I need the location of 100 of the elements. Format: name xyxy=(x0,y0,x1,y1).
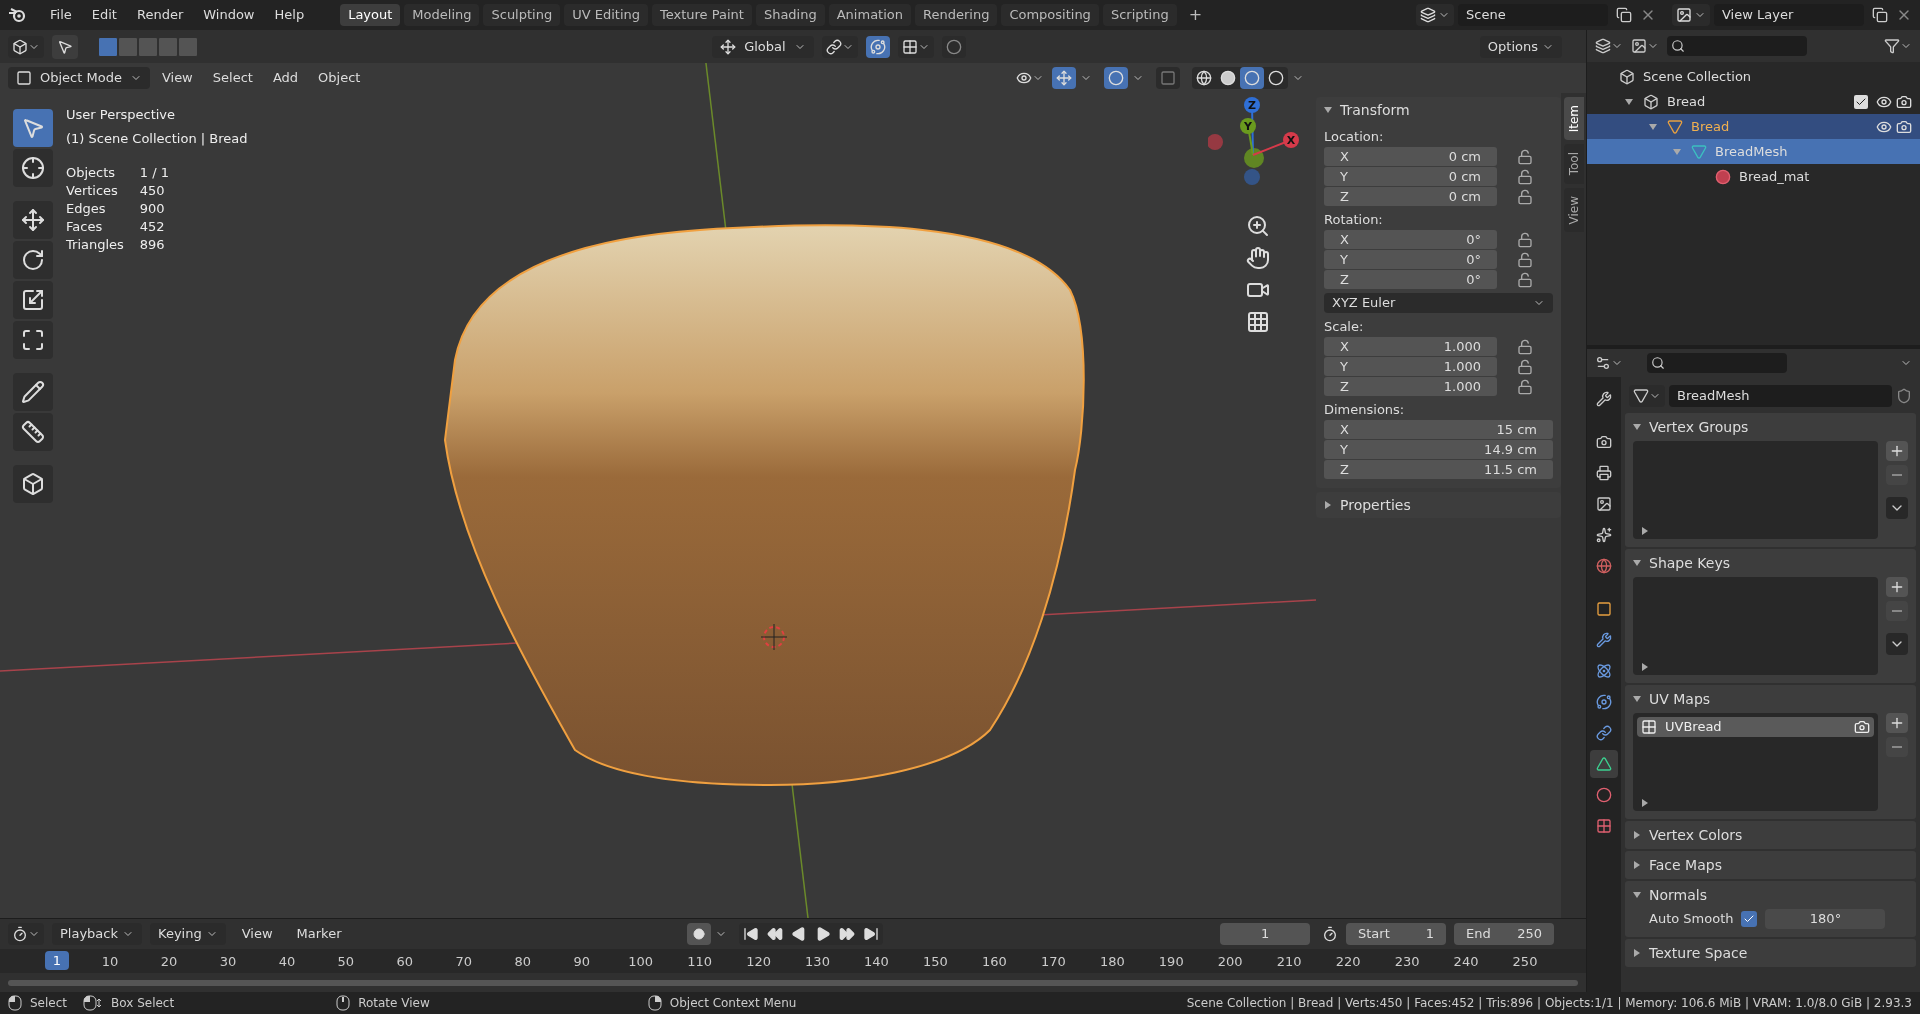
expand-arrow-icon[interactable] xyxy=(1324,106,1332,114)
search-field[interactable] xyxy=(1667,36,1807,56)
remove-button[interactable] xyxy=(1886,465,1908,485)
sidebar-tab[interactable]: View xyxy=(1563,187,1584,233)
lock-icon[interactable] xyxy=(1517,188,1533,205)
negative-axis-handle[interactable] xyxy=(1244,148,1264,168)
outliner-row[interactable]: Bread xyxy=(1587,89,1920,114)
outliner-row[interactable]: BreadMesh xyxy=(1587,139,1920,164)
expand-arrow-icon[interactable] xyxy=(1633,559,1641,567)
panel-title[interactable]: Shape Keys xyxy=(1649,552,1730,574)
negative-axis-handle[interactable] xyxy=(1208,134,1223,150)
lock-icon[interactable] xyxy=(1517,271,1533,288)
panel-title[interactable]: Face Maps xyxy=(1649,854,1722,876)
axis-handle[interactable]: Y xyxy=(1240,118,1256,156)
more-button[interactable] xyxy=(1886,497,1908,519)
editor-type-button[interactable] xyxy=(8,923,44,945)
end-frame-field[interactable]: End 250 xyxy=(1454,923,1554,945)
expand-arrow-icon[interactable] xyxy=(1633,891,1641,899)
panel-title[interactable]: Vertex Groups xyxy=(1649,416,1749,438)
editor-type-button[interactable] xyxy=(1595,38,1623,54)
expand-arrow-icon[interactable] xyxy=(1633,861,1641,869)
material-shading-button[interactable] xyxy=(1240,67,1264,89)
tool-button[interactable] xyxy=(13,465,53,503)
panel-title[interactable]: Normals xyxy=(1649,884,1707,906)
menu-item[interactable]: Keying xyxy=(150,923,226,945)
scene-field[interactable]: Scene xyxy=(1458,4,1608,26)
snap-toggle[interactable] xyxy=(865,35,890,58)
menu-item[interactable]: Marker xyxy=(288,923,350,945)
menu-item[interactable]: Object xyxy=(310,68,369,88)
number-field[interactable]: Z 11.5 cm xyxy=(1324,460,1553,479)
number-field[interactable]: X 15 cm xyxy=(1324,420,1553,439)
expand-arrow-icon[interactable] xyxy=(1649,122,1657,131)
panel-title[interactable]: Vertex Colors xyxy=(1649,824,1743,846)
number-field[interactable]: Z 0° xyxy=(1324,270,1497,289)
tool-button[interactable] xyxy=(13,149,53,187)
copy-icon[interactable] xyxy=(1616,7,1632,23)
display-mode-button[interactable] xyxy=(1631,38,1659,54)
scrollbar[interactable] xyxy=(8,979,1578,986)
workspace-tab[interactable]: Scripting xyxy=(1102,4,1177,26)
expand-arrow-icon[interactable] xyxy=(1633,423,1641,431)
list-item[interactable]: UVBread xyxy=(1637,717,1874,737)
lock-icon[interactable] xyxy=(1517,358,1533,375)
menu-item[interactable]: Playback xyxy=(52,923,142,945)
panel-title[interactable]: Texture Space xyxy=(1649,942,1748,964)
menu-item[interactable]: View xyxy=(153,68,201,88)
workspace-tab[interactable]: Animation xyxy=(828,4,911,26)
workspace-tab[interactable]: Compositing xyxy=(1001,4,1099,26)
expand-arrow-icon[interactable] xyxy=(1625,97,1633,106)
shield-icon[interactable] xyxy=(1896,388,1912,404)
workspace-tab[interactable]: Sculpting xyxy=(483,4,561,26)
menu-item[interactable]: Edit xyxy=(83,5,125,25)
search-field[interactable] xyxy=(1647,353,1787,373)
stopwatch-icon[interactable] xyxy=(1322,926,1338,942)
start-frame-field[interactable]: Start 1 xyxy=(1346,923,1446,945)
tool-button[interactable] xyxy=(13,241,53,279)
tool-button[interactable] xyxy=(13,201,53,239)
tool-button[interactable] xyxy=(13,373,53,411)
workspace-tab[interactable]: Rendering xyxy=(915,4,998,26)
lock-icon[interactable] xyxy=(1517,338,1533,355)
current-frame-marker[interactable]: 1 xyxy=(45,951,69,970)
outliner-row[interactable]: Scene Collection xyxy=(1587,64,1920,89)
panel-title[interactable]: UV Maps xyxy=(1649,688,1711,710)
hand-icon[interactable] xyxy=(1246,246,1270,270)
number-field[interactable]: Z 0 cm xyxy=(1324,187,1497,206)
record-button[interactable] xyxy=(686,923,711,945)
expand-arrow-icon[interactable] xyxy=(1633,695,1641,703)
number-field[interactable]: Y 0° xyxy=(1324,250,1497,269)
outliner-row[interactable]: Bread xyxy=(1587,114,1920,139)
proportional-toggle[interactable] xyxy=(941,35,966,58)
add-button[interactable] xyxy=(1886,441,1908,461)
expand-arrow-icon[interactable] xyxy=(1641,663,1649,671)
lock-icon[interactable] xyxy=(1517,148,1533,165)
workspace-tab[interactable]: Layout xyxy=(340,4,401,26)
remove-button[interactable] xyxy=(1886,601,1908,621)
xray-toggle[interactable] xyxy=(1156,67,1180,89)
checkbox[interactable] xyxy=(1854,94,1868,109)
camera-icon[interactable] xyxy=(1896,93,1912,110)
select-mode-icon[interactable] xyxy=(98,36,118,57)
sidebar-tab[interactable]: Item xyxy=(1563,97,1584,141)
menu-item[interactable]: Add xyxy=(264,68,307,88)
grid-icon[interactable] xyxy=(1246,310,1270,334)
mode-dropdown[interactable]: Object Mode xyxy=(8,67,150,89)
lock-icon[interactable] xyxy=(1517,378,1533,395)
current-frame-field[interactable]: 1 xyxy=(1220,923,1310,945)
workspace-tab[interactable]: Shading xyxy=(755,4,825,26)
scene-selector[interactable] xyxy=(1416,4,1454,26)
workspace-tab[interactable]: Texture Paint xyxy=(652,4,752,26)
number-field[interactable]: X 0° xyxy=(1324,230,1497,249)
negative-axis-handle[interactable] xyxy=(1244,169,1260,185)
tool-button[interactable] xyxy=(13,281,53,319)
menu-item[interactable]: Window xyxy=(195,5,263,25)
view-layer-selector[interactable] xyxy=(1672,4,1710,26)
pivot-dropdown[interactable] xyxy=(821,35,858,58)
tool-button[interactable] xyxy=(13,321,53,359)
camera-icon[interactable] xyxy=(1896,118,1912,135)
lock-icon[interactable] xyxy=(1517,168,1533,185)
rotation-mode-dropdown[interactable]: XYZ Euler xyxy=(1324,293,1553,313)
expand-arrow-icon[interactable] xyxy=(1633,949,1641,957)
add-button[interactable] xyxy=(1886,713,1908,733)
expand-arrow-icon[interactable] xyxy=(1641,799,1649,807)
